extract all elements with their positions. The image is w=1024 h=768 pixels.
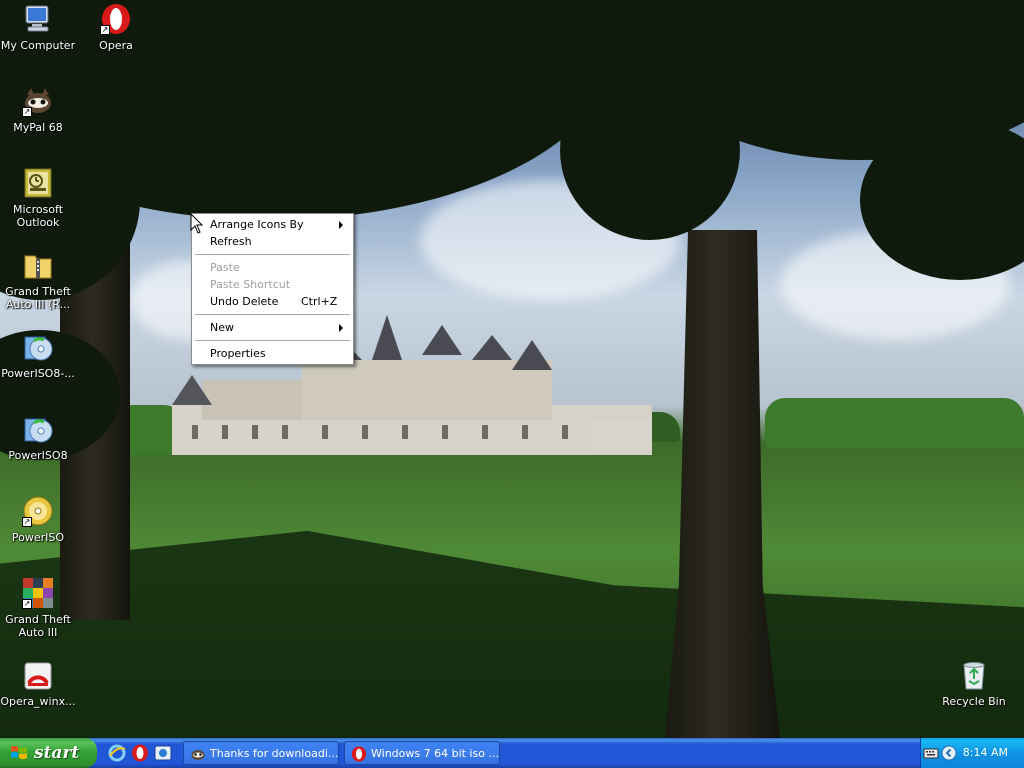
desktop-icon-opera-installer[interactable]: Opera_winx... [0, 659, 76, 708]
mypal-icon [191, 750, 205, 760]
outlook-icon [24, 168, 52, 198]
menu-item-label: Paste [210, 261, 240, 274]
poweriso-disc-icon: ↗ [22, 495, 54, 527]
desktop-icon-poweriso-setup[interactable]: PowerISO8-... [0, 331, 76, 380]
menu-item-label: Arrange Icons By [210, 218, 304, 231]
start-button[interactable]: start [0, 738, 97, 768]
shortcut-arrow-icon: ↗ [100, 25, 110, 35]
menu-item-paste-shortcut: Paste Shortcut [194, 276, 351, 293]
menu-item-label: Properties [210, 347, 266, 360]
internet-explorer-icon[interactable] [108, 744, 126, 762]
wallpaper-tree-trunk [665, 230, 780, 738]
desktop-icon-label: PowerISO [11, 531, 65, 544]
menu-item-undo-delete[interactable]: Undo Delete Ctrl+Z [194, 293, 351, 310]
task-label: Thanks for downloadi... [210, 747, 339, 760]
mypal-icon: ↗ [22, 85, 54, 117]
windows-flag-icon [11, 746, 27, 759]
desktop-icon-label: Recycle Bin [942, 695, 1006, 708]
poweriso-installer-icon [24, 336, 53, 361]
recycle-bin-icon [963, 662, 985, 690]
wallpaper-hedge [765, 398, 1024, 448]
desktop-icon-label: Opera_winx... [0, 695, 76, 708]
mouse-cursor-icon [190, 213, 204, 234]
desktop-icon-my-computer[interactable]: My Computer [0, 3, 76, 52]
submenu-arrow-icon [339, 221, 343, 229]
desktop-icon-opera[interactable]: ↗ Opera [78, 3, 154, 52]
clock[interactable]: 8:14 AM [963, 738, 1008, 768]
desktop[interactable]: My Computer ↗ Opera ↗ MyPal 68 Microsoft… [0, 0, 1024, 738]
desktop-icon-gta3[interactable]: ↗ Grand Theft Auto III [0, 577, 76, 639]
computer-icon [25, 5, 49, 32]
desktop-icon-label: My Computer [0, 39, 76, 52]
start-label: start [34, 743, 80, 763]
menu-item-paste: Paste [194, 259, 351, 276]
menu-item-new[interactable]: New [194, 319, 351, 336]
desktop-icon-label: Grand Theft Auto III [5, 613, 71, 639]
system-tray: 8:14 AM [920, 738, 1024, 768]
desktop-icon-label: Grand Theft Auto III (R... [5, 285, 71, 311]
menu-item-label: Paste Shortcut [210, 278, 291, 291]
desktop-icon-label: Opera [99, 39, 133, 52]
menu-item-label: New [210, 321, 234, 334]
desktop-icon-label: Microsoft Outlook [12, 203, 64, 229]
menu-separator [195, 254, 350, 255]
zip-folder-icon [24, 255, 52, 279]
taskbar-task-mypal[interactable]: Thanks for downloadi... [183, 741, 339, 765]
desktop-icon-recycle-bin[interactable]: Recycle Bin [936, 659, 1012, 708]
desktop-icon-label: PowerISO8-... [1, 367, 75, 380]
submenu-arrow-icon [339, 324, 343, 332]
menu-item-arrange-icons-by[interactable]: Arrange Icons By [194, 216, 351, 233]
desktop-icon-label: MyPal 68 [13, 121, 63, 134]
desktop-icon-mypal[interactable]: ↗ MyPal 68 [0, 85, 76, 134]
shortcut-arrow-icon: ↗ [22, 107, 32, 117]
keyboard-icon[interactable] [923, 745, 939, 761]
wallpaper-canopy [560, 60, 740, 240]
menu-item-refresh[interactable]: Refresh [194, 233, 351, 250]
opera-installer-icon [24, 662, 52, 690]
show-desktop-icon[interactable] [154, 744, 172, 762]
show-hidden-icons-chevron-icon[interactable] [941, 745, 957, 761]
menu-item-shortcut: Ctrl+Z [301, 295, 338, 308]
poweriso-installer-icon [24, 418, 53, 443]
opera-icon: ↗ [100, 3, 132, 35]
desktop-icon-outlook[interactable]: Microsoft Outlook [0, 167, 76, 229]
opera-icon [351, 746, 367, 762]
menu-item-properties[interactable]: Properties [194, 345, 351, 362]
desktop-context-menu: Arrange Icons By Refresh Paste Paste Sho… [191, 213, 354, 365]
wallpaper-shadow [0, 530, 1024, 738]
desktop-icon-gta3-archive[interactable]: Grand Theft Auto III (R... [0, 249, 76, 311]
opera-icon[interactable] [131, 744, 149, 762]
desktop-icon-poweriso8[interactable]: PowerISO8 [0, 413, 76, 462]
desktop-icon-poweriso[interactable]: ↗ PowerISO [0, 495, 76, 544]
taskbar: start Thanks for downloadi... Windows 7 … [0, 738, 1024, 768]
menu-item-label: Undo Delete [210, 295, 279, 308]
menu-separator [195, 314, 350, 315]
taskbar-task-opera[interactable]: Windows 7 64 bit iso ... [344, 741, 500, 765]
shortcut-arrow-icon: ↗ [22, 599, 32, 609]
desktop-icon-label: PowerISO8 [8, 449, 68, 462]
shortcut-arrow-icon: ↗ [22, 517, 32, 527]
task-label: Windows 7 64 bit iso ... [371, 747, 499, 760]
menu-separator [195, 340, 350, 341]
menu-item-label: Refresh [210, 235, 252, 248]
gta3-icon: ↗ [22, 577, 54, 609]
